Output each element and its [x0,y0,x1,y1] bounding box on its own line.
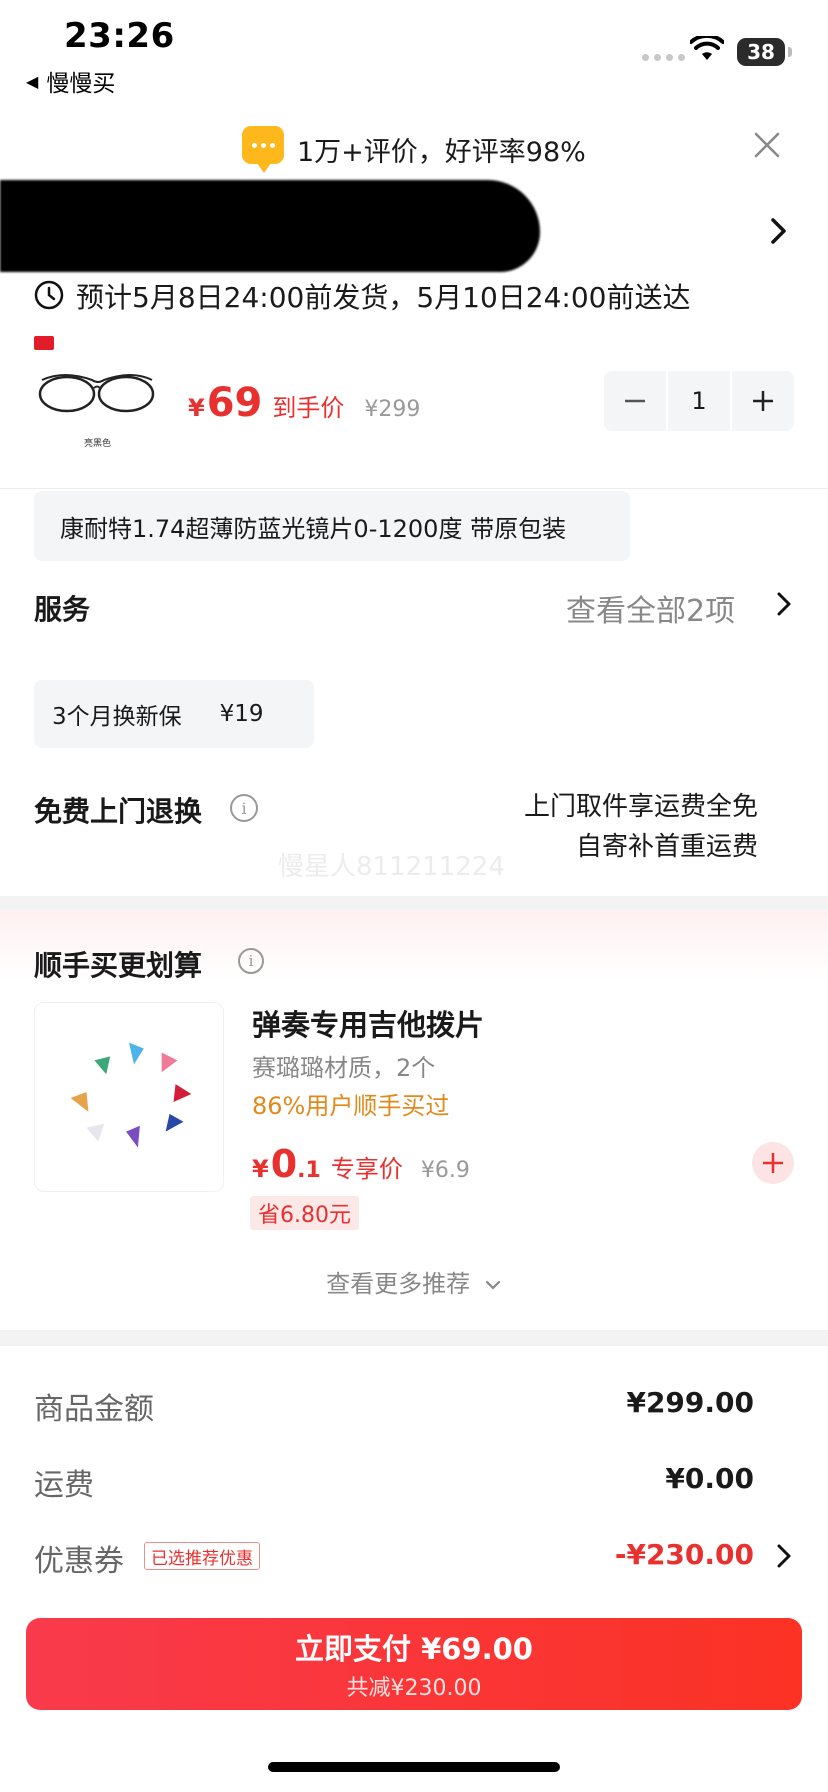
shipping-value: ¥0.00 [665,1462,754,1495]
close-icon[interactable] [752,130,782,160]
chevron-right-icon[interactable] [768,216,790,246]
battery-indicator: 38 [737,38,792,66]
store-badge-icon [34,336,54,350]
upsell-product-name[interactable]: 弹奏专用吉他拨片 [252,1002,484,1044]
back-to-app-link[interactable]: ◀ 慢慢买 [26,64,115,98]
free-return-line-2: 自寄补首重运费 [575,832,758,862]
upsell-purchase-stat: 86%用户顺手买过 [252,1092,450,1120]
product-price: ¥ 69 到手价 ¥299 [188,380,420,426]
coupon-label: 优惠券 [34,1544,124,1579]
price-value: 69 [206,380,263,426]
info-icon[interactable]: i [230,794,258,822]
product-color-label: 亮黑色 [84,439,112,449]
free-return-title: 免费上门退换 [34,795,203,828]
service-option-name: 3个月换新保 [52,704,182,730]
upsell-original-price: ¥6.9 [420,1158,470,1183]
upsell-savings-badge: 省6.80元 [250,1196,359,1230]
coupon-tag: 已选推荐优惠 [144,1542,260,1570]
price-currency: ¥ [188,394,205,422]
upsell-price-int: 0 [270,1142,298,1186]
quantity-value[interactable]: 1 [668,371,730,431]
back-app-label: 慢慢买 [46,71,116,97]
redacted-address[interactable] [0,180,540,272]
goods-amount-value: ¥299.00 [626,1386,754,1419]
section-gap [0,1330,828,1346]
service-option-price: ¥19 [219,701,264,727]
wifi-icon [690,36,724,60]
service-view-all-link[interactable]: 查看全部2项 [566,586,735,630]
product-spec-chip[interactable]: 康耐特1.74超薄防蓝光镜片0-1200度 带原包装 [34,491,630,561]
view-more-recommendations[interactable]: 查看更多推荐 [0,1264,828,1299]
plus-icon [763,1153,783,1173]
cellular-signal-icon [642,54,685,61]
plus-icon [753,391,773,411]
free-return-line-1: 上门取件享运费全免 [523,792,758,822]
shipping-label: 运费 [34,1468,94,1503]
upsell-price: ¥ 0 .1 专享价 ¥6.9 [252,1142,470,1186]
pay-discount-label: 共减¥230.00 [346,1676,482,1701]
clock-icon [34,280,64,310]
upsell-price-currency: ¥ [252,1155,269,1183]
pay-now-button[interactable]: 立即支付 ¥69.00 共减¥230.00 [26,1618,802,1710]
add-upsell-button[interactable] [752,1142,794,1184]
info-icon[interactable]: i [238,948,264,974]
chevron-down-icon [485,1280,500,1290]
increase-quantity-button[interactable] [732,371,794,431]
pay-now-label: 立即支付 ¥69.00 [294,1632,533,1666]
view-more-label: 查看更多推荐 [326,1270,471,1298]
chat-bubble-icon [242,126,284,173]
rating-summary[interactable]: 1万+评价，好评率98% [297,130,586,169]
upsell-price-tag: 专享价 [330,1155,403,1183]
service-title: 服务 [34,593,91,626]
service-option-chip[interactable]: 3个月换新保 ¥19 [34,680,314,748]
back-triangle-icon: ◀ [26,71,39,91]
original-price: ¥299 [364,397,421,422]
status-time: 23:26 [64,16,175,56]
chevron-right-icon[interactable] [774,590,794,618]
watermark-text: 慢星人811211224 [278,852,505,882]
quantity-stepper: 1 [604,371,794,431]
section-gap [0,896,828,910]
coupon-value[interactable]: -¥230.00 [615,1538,754,1571]
upsell-price-dec: .1 [297,1158,321,1183]
decrease-quantity-button[interactable] [604,371,666,431]
divider [0,488,828,489]
price-tag: 到手价 [272,394,345,422]
guitar-picks-image[interactable] [34,1002,224,1192]
minus-icon [625,399,645,403]
delivery-estimate: 预计5月8日24:00前发货，5月10日24:00前送达 [76,281,691,314]
chevron-right-icon[interactable] [774,1542,794,1570]
upsell-title: 顺手买更划算 [34,949,203,982]
home-indicator[interactable] [268,1762,560,1772]
upsell-product-desc: 赛璐璐材质，2个 [252,1054,436,1082]
goods-amount-label: 商品金额 [34,1392,154,1427]
